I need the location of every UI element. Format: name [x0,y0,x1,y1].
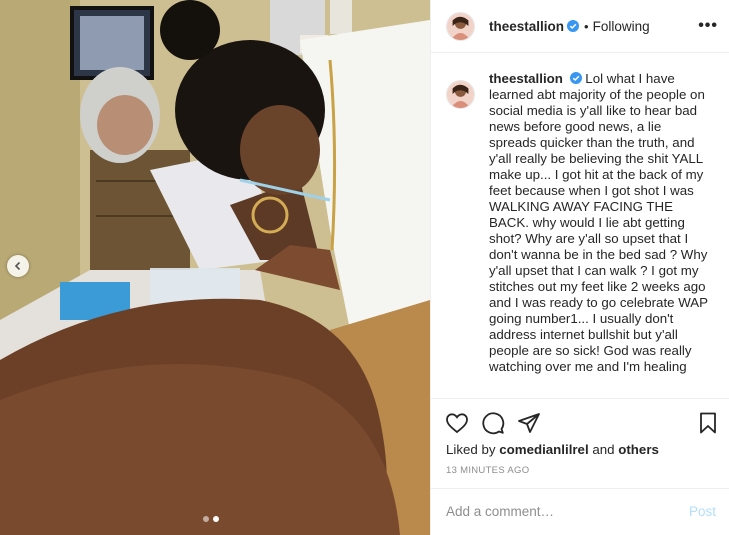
post-timestamp[interactable]: 13 minutes ago [446,465,529,476]
likes-prefix: Liked by [446,442,496,457]
carousel-indicator [203,516,219,522]
comment-button[interactable] [481,411,505,435]
paper-plane-icon [518,413,540,433]
share-button[interactable] [517,411,541,435]
liked-by-user[interactable]: comedianlilrel [499,442,588,457]
caption-avatar[interactable] [446,80,475,109]
caption-body: Lol what I have learned abt majority of … [489,71,708,374]
header-separator: • [584,18,589,34]
action-icons [431,399,729,439]
post-comment-button[interactable]: Post [689,504,716,519]
avatar-image [447,81,474,108]
likes-others-link[interactable]: others [618,442,659,457]
verified-badge-icon [567,20,580,32]
header-username[interactable]: theestallion [489,19,564,34]
verified-badge-icon [569,72,582,84]
photo-image [0,0,430,535]
comment-bar: Post [431,488,729,534]
avatar-image [447,12,474,40]
carousel-prev-button[interactable] [7,255,29,277]
chevron-left-icon [14,261,21,271]
comment-icon [482,412,505,435]
caption-username[interactable]: theestallion [489,71,563,86]
post-photo[interactable] [0,0,430,535]
carousel-dot-active [213,516,219,522]
caption-row: theestallion Lol what I have learned abt… [446,71,718,375]
post-header: theestallion • Following ••• [431,0,729,53]
caption-text: theestallion Lol what I have learned abt… [489,71,709,375]
likes-summary: Liked by comedianlilrel and others [446,442,659,457]
comment-input[interactable] [446,504,689,519]
carousel-dot [203,516,209,522]
caption-area: theestallion Lol what I have learned abt… [431,54,729,398]
avatar[interactable] [446,11,475,41]
post-actions: Liked by comedianlilrel and others 13 mi… [431,398,729,533]
following-button[interactable]: Following [593,19,650,34]
like-button[interactable] [445,411,469,435]
likes-conjunction: and [592,442,615,457]
save-button[interactable] [696,411,720,435]
bookmark-icon [700,412,716,434]
heart-icon [446,413,468,434]
post-panel: theestallion • Following ••• theestallio… [430,0,729,535]
more-options-icon[interactable]: ••• [698,17,718,35]
